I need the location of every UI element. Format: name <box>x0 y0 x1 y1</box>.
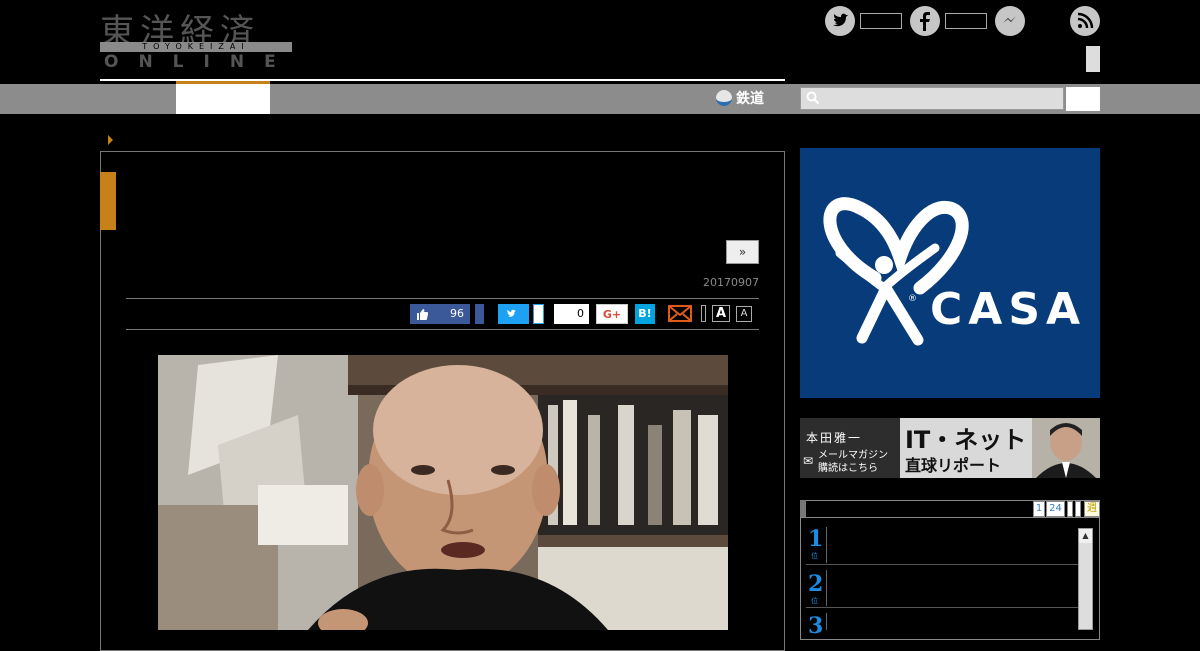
train-icon <box>716 90 732 106</box>
casa-wordmark: CASA <box>930 284 1086 335</box>
ranking-header-divider <box>800 517 1100 518</box>
ranking-tab-3[interactable] <box>1067 501 1073 517</box>
casa-advertisement[interactable]: ® CASA <box>800 148 1100 398</box>
facebook-share-button[interactable] <box>475 304 484 324</box>
rank-number-1: 1 <box>808 526 824 552</box>
ranking-scrollbar[interactable] <box>1078 528 1093 630</box>
thumbs-up-icon <box>416 304 428 331</box>
ranking-tab-week[interactable]: 週 <box>1084 501 1100 517</box>
rank-row-line-2 <box>806 607 1078 608</box>
banner-mail-line1: メールマガジン <box>818 450 888 461</box>
tweet-count <box>533 304 544 324</box>
logo-subtitle: TOYOKEIZAI <box>100 42 292 52</box>
header-menu-button[interactable] <box>1086 46 1100 72</box>
twitter-count-box[interactable] <box>860 13 902 29</box>
search-button[interactable] <box>1066 87 1100 111</box>
facebook-like-button[interactable]: 96 <box>410 304 470 324</box>
banner-subtitle: 直球リポート <box>905 456 1002 475</box>
rss-icon[interactable] <box>1070 6 1100 36</box>
nav-item-railway[interactable]: 鉄道 <box>716 88 764 108</box>
share-top-divider <box>126 298 759 299</box>
facebook-count-box[interactable] <box>945 13 987 29</box>
banner-title: IT・ネット <box>905 426 1027 454</box>
facebook-icon[interactable] <box>910 6 940 36</box>
casa-logo: ® CASA <box>823 197 1086 346</box>
breadcrumb-arrow-icon <box>108 135 113 145</box>
search-icon <box>806 91 820 109</box>
like-count: 96 <box>450 307 464 320</box>
rank-divider-2 <box>826 570 827 606</box>
mail-small-icon: ✉ <box>803 454 814 468</box>
rank-suffix-2: 位 <box>811 597 818 605</box>
banner-author: 本田雅一 <box>806 431 863 445</box>
rank-divider-1 <box>826 527 827 563</box>
next-page-button[interactable]: » <box>726 240 759 264</box>
share-bottom-divider <box>126 329 759 330</box>
registered-mark: ® <box>908 294 917 304</box>
font-size-separator <box>701 305 706 322</box>
ranking-tab-1h[interactable]: 1 <box>1033 501 1045 517</box>
article-photo <box>158 355 728 630</box>
rank-divider-3 <box>826 613 827 630</box>
author-photo <box>1032 418 1100 478</box>
share-count: 0 <box>554 304 589 324</box>
mail-icon[interactable] <box>668 303 692 324</box>
hatena-bookmark-button[interactable]: B! <box>635 304 655 324</box>
ranking-panel <box>800 500 1100 640</box>
tweet-button[interactable] <box>498 304 529 324</box>
title-accent <box>100 172 116 230</box>
article-date: 20170907 <box>703 276 759 289</box>
rank-number-2: 2 <box>808 571 824 597</box>
google-plus-button[interactable]: G+ <box>596 304 628 324</box>
twitter-icon[interactable] <box>825 6 855 36</box>
search-input[interactable] <box>800 87 1064 110</box>
ranking-tab-24h[interactable]: 24 <box>1046 501 1065 517</box>
messenger-icon[interactable] <box>995 6 1025 36</box>
rank-number-3: 3 <box>808 613 824 639</box>
rank-suffix-1: 位 <box>811 552 818 560</box>
nav-item-railway-label: 鉄道 <box>736 91 764 107</box>
rank-row-line-1 <box>806 564 1078 565</box>
scroll-up-arrow-icon[interactable]: ▲ <box>1079 529 1092 543</box>
font-size-small-button[interactable]: A <box>736 306 752 322</box>
nav-tab-active[interactable] <box>176 81 270 114</box>
banner-mail-line2: 購読はこちら <box>818 463 878 474</box>
ranking-header-marker <box>800 500 806 517</box>
newsletter-banner[interactable]: 本田雅一 ✉ メールマガジン 購読はこちら IT・ネット 直球リポート <box>800 418 1100 478</box>
banner-mail-text: メールマガジン 購読はこちら <box>818 449 888 475</box>
font-size-large-button[interactable]: A <box>712 305 730 322</box>
ranking-tab-4[interactable] <box>1075 501 1081 517</box>
logo-english[interactable]: ONLINE <box>104 52 296 72</box>
